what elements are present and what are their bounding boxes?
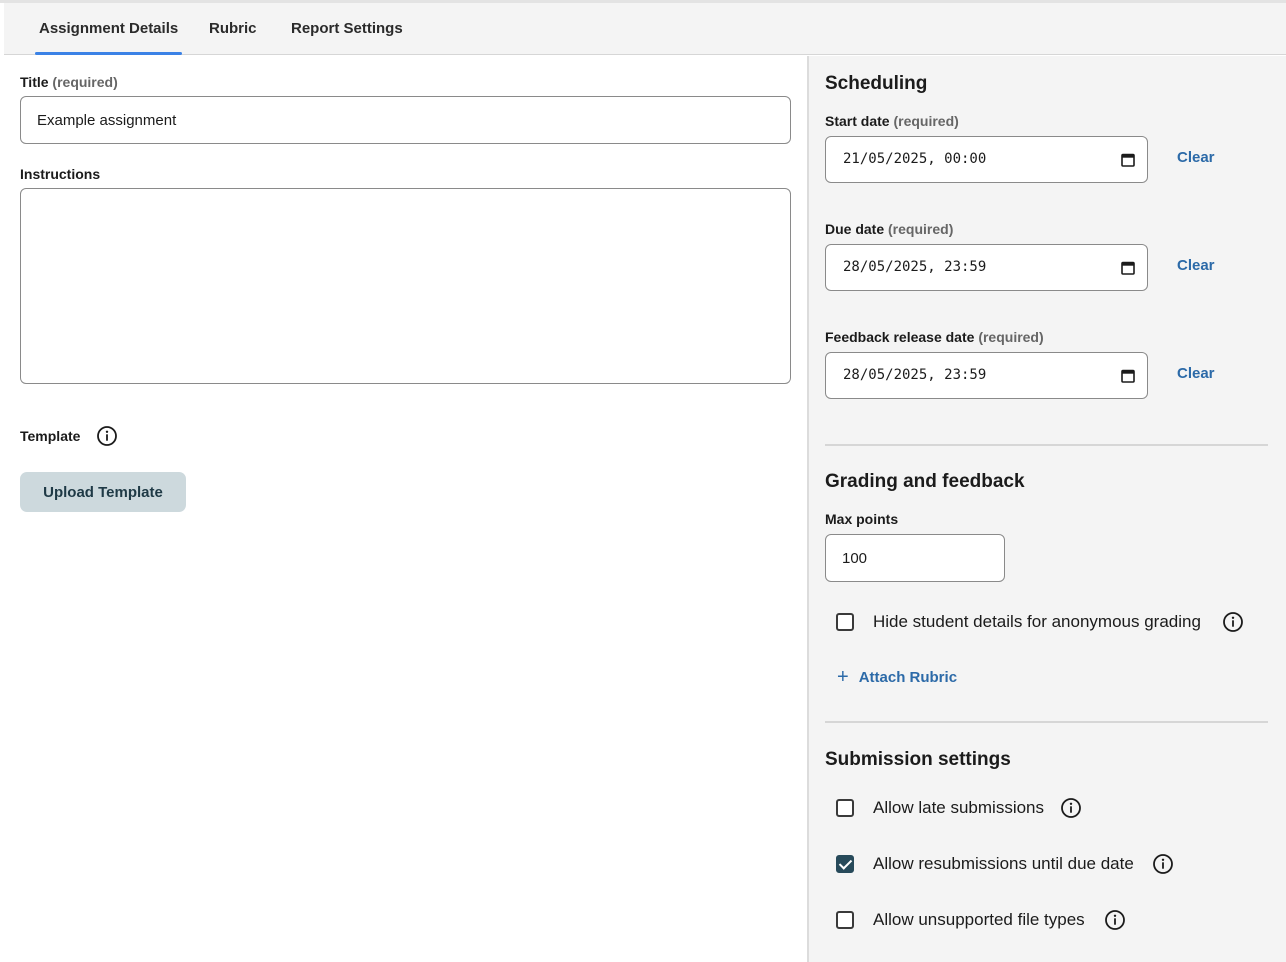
clear-start-date-link[interactable]: Clear xyxy=(1177,149,1215,166)
title-input[interactable] xyxy=(20,96,791,144)
grading-heading: Grading and feedback xyxy=(825,471,1025,492)
feedback-release-date-required-hint: (required) xyxy=(978,329,1044,345)
unsupported-file-types-info-icon[interactable] xyxy=(1104,909,1126,931)
clear-feedback-release-date-link[interactable]: Clear xyxy=(1177,365,1215,382)
instructions-textarea[interactable] xyxy=(20,188,791,384)
unsupported-file-types-checkbox[interactable] xyxy=(836,911,854,929)
calendar-icon[interactable] xyxy=(1121,260,1135,275)
anonymous-grading-label: Hide student details for anonymous gradi… xyxy=(873,612,1201,631)
tab-assignment-details[interactable]: Assignment Details xyxy=(34,3,183,55)
clear-due-date-link[interactable]: Clear xyxy=(1177,257,1215,274)
scheduling-heading: Scheduling xyxy=(825,73,928,94)
max-points-label: Max points xyxy=(825,511,899,527)
attach-rubric-label: Attach Rubric xyxy=(858,668,958,686)
unsupported-file-types-label: Allow unsupported file types xyxy=(873,910,1085,929)
title-label: Title (required) xyxy=(20,74,118,90)
anonymous-grading-checkbox[interactable] xyxy=(836,613,854,631)
template-label: Template xyxy=(20,428,81,444)
template-info-icon[interactable] xyxy=(96,425,118,447)
tab-bar: Assignment Details Rubric Report Setting… xyxy=(4,3,1286,55)
due-date-required-hint: (required) xyxy=(888,221,954,237)
start-date-input[interactable]: 21/05/2025, 00:00 xyxy=(825,136,1148,183)
feedback-release-date-input[interactable]: 28/05/2025, 23:59 xyxy=(825,352,1148,399)
title-required-hint: (required) xyxy=(52,74,118,90)
start-date-value: 21/05/2025, 00:00 xyxy=(843,151,987,167)
plus-icon: + xyxy=(837,666,849,688)
due-date-value: 28/05/2025, 23:59 xyxy=(843,259,987,275)
anonymous-grading-info-icon[interactable] xyxy=(1222,611,1244,633)
late-submissions-info-icon[interactable] xyxy=(1060,797,1082,819)
section-divider xyxy=(825,721,1268,723)
due-date-label-text: Due date xyxy=(825,221,885,237)
resubmissions-label: Allow resubmissions until due date xyxy=(873,854,1134,873)
due-date-label: Due date (required) xyxy=(825,221,953,237)
start-date-label-text: Start date xyxy=(825,113,890,129)
upload-template-button[interactable]: Upload Template xyxy=(20,472,186,512)
start-date-required-hint: (required) xyxy=(893,113,959,129)
section-divider xyxy=(825,444,1268,446)
tab-report-settings[interactable]: Report Settings xyxy=(291,3,403,55)
submission-heading: Submission settings xyxy=(825,749,1011,770)
late-submissions-checkbox[interactable] xyxy=(836,799,854,817)
resubmissions-info-icon[interactable] xyxy=(1152,853,1174,875)
feedback-release-date-label-text: Feedback release date xyxy=(825,329,975,345)
max-points-input[interactable] xyxy=(825,534,1005,582)
assignment-details-panel: Title (required) Instructions Template U… xyxy=(4,56,808,962)
instructions-label: Instructions xyxy=(20,166,101,182)
feedback-release-date-value: 28/05/2025, 23:59 xyxy=(843,367,987,383)
due-date-input[interactable]: 28/05/2025, 23:59 xyxy=(825,244,1148,291)
settings-panel: Scheduling Start date (required) 21/05/2… xyxy=(809,56,1286,962)
calendar-icon[interactable] xyxy=(1121,152,1135,167)
start-date-label: Start date (required) xyxy=(825,113,959,129)
feedback-release-date-label: Feedback release date (required) xyxy=(825,329,1044,345)
late-submissions-label: Allow late submissions xyxy=(873,798,1045,817)
resubmissions-checkbox[interactable] xyxy=(836,855,854,873)
tab-rubric[interactable]: Rubric xyxy=(209,3,257,55)
attach-rubric-link[interactable]: + Attach Rubric xyxy=(837,666,957,688)
calendar-icon[interactable] xyxy=(1121,368,1135,383)
title-label-text: Title xyxy=(20,74,49,90)
